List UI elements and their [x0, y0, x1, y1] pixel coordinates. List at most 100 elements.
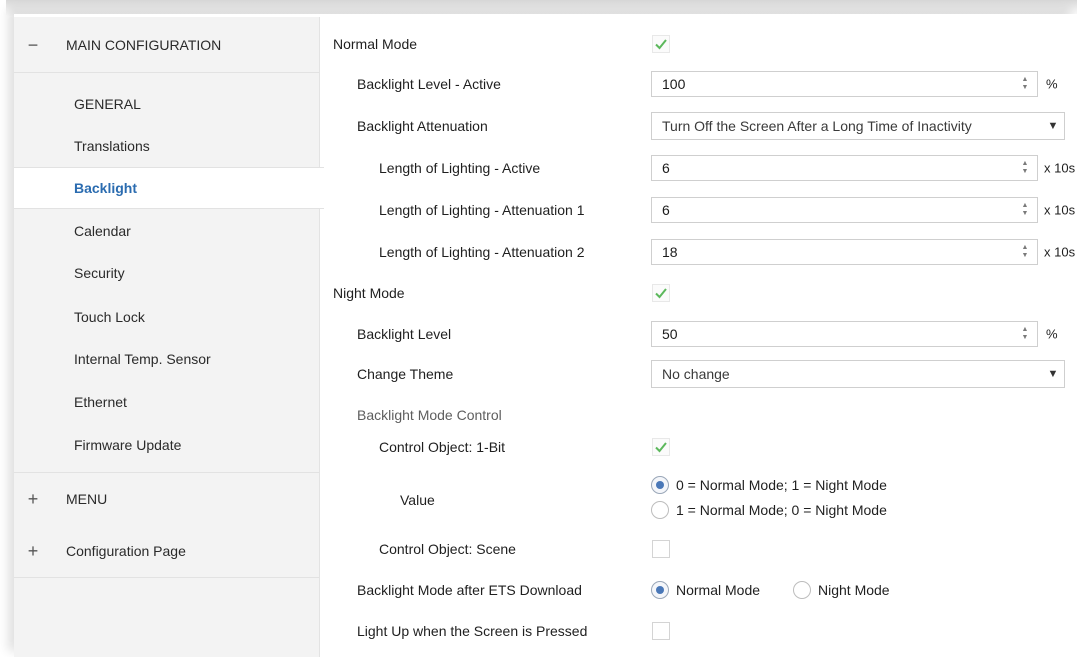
select-value: No change: [662, 366, 730, 382]
radio-unselected-icon[interactable]: [651, 501, 669, 519]
unit-label: x 10s: [1044, 160, 1076, 176]
control-object-scene-checkbox[interactable]: [652, 540, 670, 558]
row-backlight-level-active: Backlight Level - Active 100 ▲ ▼ %: [320, 67, 1077, 101]
sidebar-item-label: Touch Lock: [74, 309, 145, 325]
row-backlight-mode-control: Backlight Mode Control: [320, 398, 1077, 432]
backlight-level-label: Backlight Level: [357, 326, 452, 342]
sidebar-item-security[interactable]: Security: [14, 253, 319, 293]
control-object-1bit-checkbox[interactable]: [652, 438, 670, 456]
spinner-arrows-icon[interactable]: ▲ ▼: [1017, 156, 1033, 180]
radio-label: Night Mode: [818, 582, 890, 598]
sidebar: − MAIN CONFIGURATION GENERAL Translation…: [14, 17, 324, 657]
control-object-1bit-label: Control Object: 1-Bit: [379, 439, 506, 455]
light-up-pressed-label: Light Up when the Screen is Pressed: [357, 623, 588, 639]
unit-label: x 10s: [1044, 244, 1076, 260]
input-value: 6: [662, 160, 670, 176]
sidebar-item-firmware-update[interactable]: Firmware Update: [14, 425, 319, 465]
radio-label: Normal Mode: [676, 582, 761, 598]
length-att2-input[interactable]: 18 ▲ ▼: [651, 239, 1038, 265]
sidebar-item-label: Security: [74, 265, 125, 281]
length-att1-input[interactable]: 6 ▲ ▼: [651, 197, 1038, 223]
row-length-attenuation-1: Length of Lighting - Attenuation 1 6 ▲ ▼ …: [320, 193, 1077, 227]
sidebar-item-ethernet[interactable]: Ethernet: [14, 382, 319, 422]
row-normal-mode: Normal Mode: [320, 27, 1077, 61]
section-menu[interactable]: + MENU: [14, 472, 319, 526]
value-option-0[interactable]: 0 = Normal Mode; 1 = Night Mode: [651, 476, 887, 494]
check-icon: [655, 442, 667, 453]
row-value: Value 0 = Normal Mode; 1 = Night Mode 1 …: [320, 472, 1077, 527]
section-label: MAIN CONFIGURATION: [66, 36, 222, 53]
sidebar-item-label: Backlight: [74, 180, 138, 196]
backlight-attenuation-select[interactable]: Turn Off the Screen After a Long Time of…: [651, 112, 1065, 140]
mode-after-download-normal[interactable]: Normal Mode: [651, 581, 760, 599]
value-option-1[interactable]: 1 = Normal Mode; 0 = Night Mode: [651, 501, 887, 519]
select-value: Turn Off the Screen After a Long Time of…: [662, 118, 972, 134]
backlight-mode-control-heading: Backlight Mode Control: [357, 407, 502, 423]
length-att1-label: Length of Lighting - Attenuation 1: [379, 202, 585, 218]
sidebar-item-label: Internal Temp. Sensor: [74, 351, 211, 367]
light-up-pressed-checkbox[interactable]: [652, 622, 670, 640]
row-length-active: Length of Lighting - Active 6 ▲ ▼ x 10s: [320, 151, 1077, 185]
control-object-scene-label: Control Object: Scene: [379, 541, 516, 557]
check-icon: [655, 39, 667, 50]
sidebar-item-internal-temp-sensor[interactable]: Internal Temp. Sensor: [14, 339, 319, 379]
spinner-arrows-icon[interactable]: ▲ ▼: [1017, 240, 1033, 264]
sidebar-item-general[interactable]: GENERAL: [14, 84, 319, 124]
check-icon: [655, 288, 667, 299]
value-label: Value: [400, 491, 435, 508]
sidebar-item-label: Ethernet: [74, 394, 127, 410]
spinner-arrows-icon[interactable]: ▲ ▼: [1017, 198, 1033, 222]
row-length-attenuation-2: Length of Lighting - Attenuation 2 18 ▲ ▼…: [320, 235, 1077, 269]
length-active-label: Length of Lighting - Active: [379, 160, 541, 176]
chevron-down-icon: ▼: [1047, 368, 1059, 380]
sidebar-item-backlight[interactable]: Backlight: [14, 167, 324, 209]
section-label: Configuration Page: [66, 543, 186, 559]
length-att2-label: Length of Lighting - Attenuation 2: [379, 244, 585, 260]
normal-mode-checkbox[interactable]: [652, 35, 670, 53]
sidebar-item-calendar[interactable]: Calendar: [14, 211, 319, 251]
expand-icon[interactable]: +: [26, 490, 40, 508]
backlight-level-active-input[interactable]: 100 ▲ ▼: [651, 71, 1038, 97]
input-value: 100: [662, 76, 686, 92]
section-main-configuration[interactable]: − MAIN CONFIGURATION: [14, 17, 319, 73]
row-backlight-attenuation: Backlight Attenuation Turn Off the Scree…: [320, 109, 1077, 143]
radio-selected-icon[interactable]: [651, 581, 669, 599]
sidebar-item-label: GENERAL: [74, 96, 141, 112]
row-night-mode: Night Mode: [320, 276, 1077, 310]
sidebar-item-label: Calendar: [74, 223, 131, 239]
section-label: MENU: [66, 491, 108, 507]
sidebar-item-label: Firmware Update: [74, 437, 182, 453]
chevron-down-icon: ▼: [1047, 120, 1059, 132]
spinner-arrows-icon[interactable]: ▲ ▼: [1017, 72, 1033, 96]
radio-selected-icon[interactable]: [651, 476, 669, 494]
row-control-object-scene: Control Object: Scene: [320, 532, 1077, 566]
input-value: 6: [662, 202, 670, 218]
row-mode-after-download: Backlight Mode after ETS Download Normal…: [320, 573, 1077, 607]
change-theme-select[interactable]: No change ▼: [651, 360, 1065, 388]
mode-after-download-night[interactable]: Night Mode: [793, 581, 890, 599]
radio-unselected-icon[interactable]: [793, 581, 811, 599]
night-mode-checkbox[interactable]: [652, 284, 670, 302]
section-configuration-page[interactable]: + Configuration Page: [14, 525, 319, 578]
length-active-input[interactable]: 6 ▲ ▼: [651, 155, 1038, 181]
backlight-level-active-label: Backlight Level - Active: [357, 76, 501, 92]
unit-label: %: [1046, 326, 1058, 342]
input-value: 18: [662, 244, 678, 260]
parameters-panel: Normal Mode Backlight Level - Active 100…: [320, 17, 1077, 657]
unit-label: x 10s: [1044, 202, 1076, 218]
normal-mode-label: Normal Mode: [333, 36, 418, 52]
spinner-arrows-icon[interactable]: ▲ ▼: [1017, 322, 1033, 346]
night-mode-label: Night Mode: [333, 285, 405, 301]
radio-label: 1 = Normal Mode; 0 = Night Mode: [676, 502, 887, 518]
row-control-object-1bit: Control Object: 1-Bit: [320, 430, 1077, 464]
sidebar-item-translations[interactable]: Translations: [14, 126, 319, 166]
backlight-attenuation-label: Backlight Attenuation: [357, 118, 488, 134]
collapse-icon[interactable]: −: [26, 36, 40, 54]
expand-icon[interactable]: +: [26, 542, 40, 560]
row-light-up-pressed: Light Up when the Screen is Pressed: [320, 614, 1077, 648]
sidebar-item-touch-lock[interactable]: Touch Lock: [14, 297, 319, 337]
mode-after-download-label: Backlight Mode after ETS Download: [357, 582, 582, 598]
input-value: 50: [662, 326, 678, 342]
sidebar-item-label: Translations: [74, 138, 150, 154]
backlight-level-input[interactable]: 50 ▲ ▼: [651, 321, 1038, 347]
